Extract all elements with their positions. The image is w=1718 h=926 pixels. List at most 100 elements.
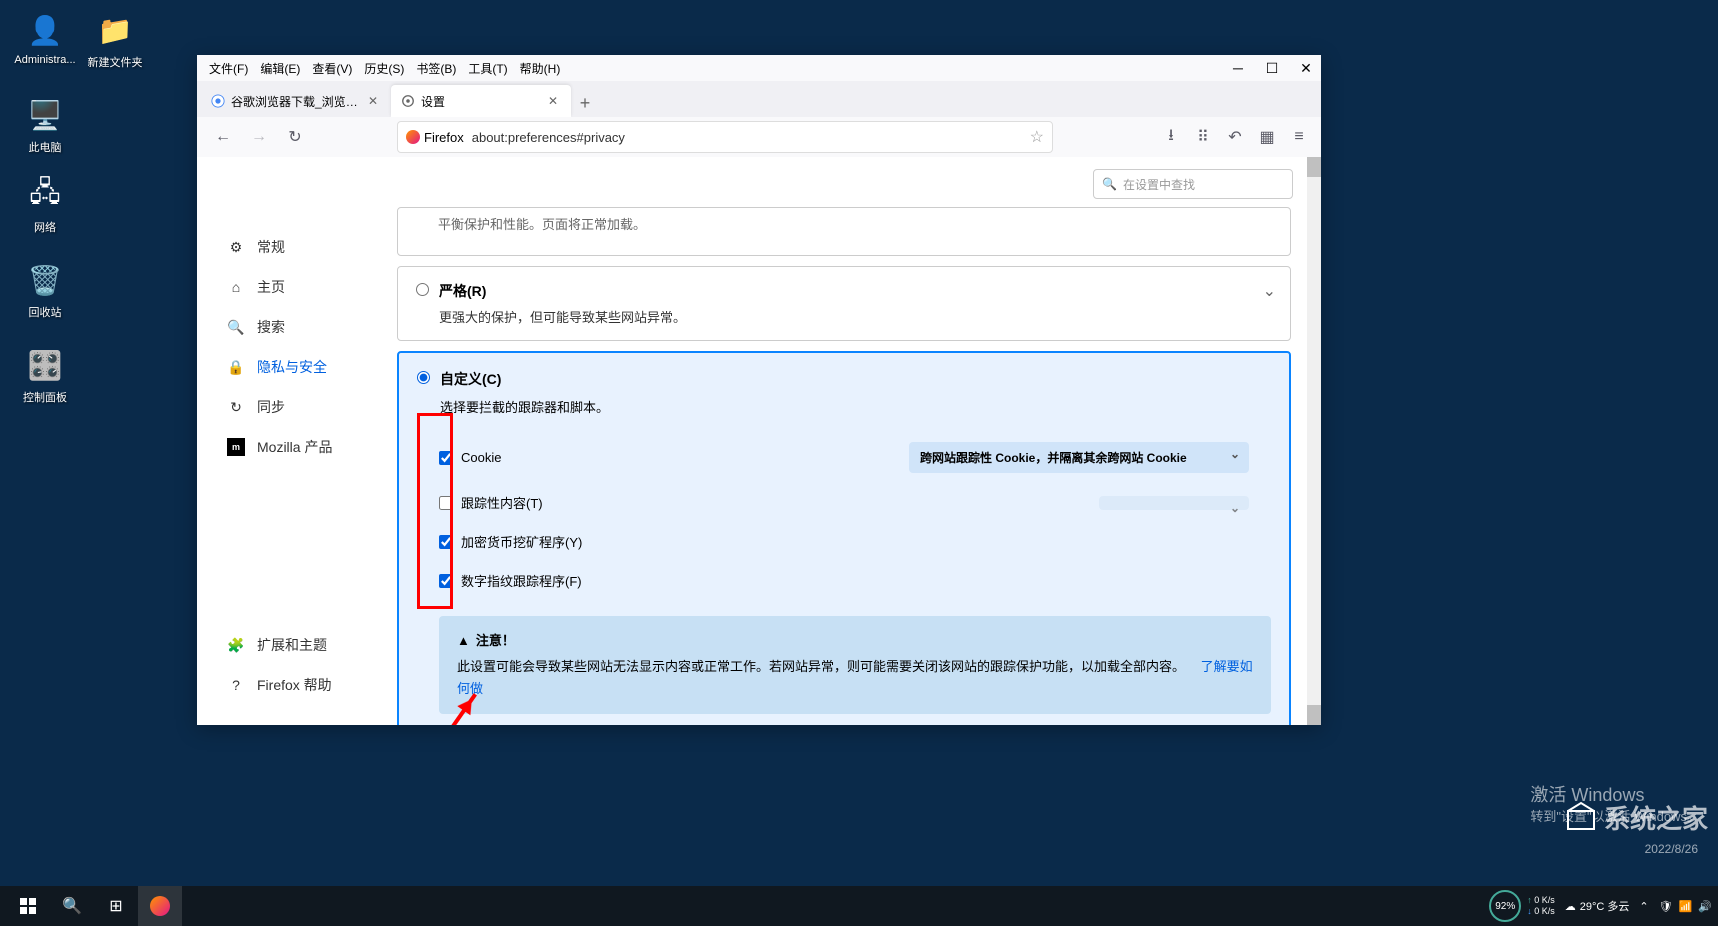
option-desc: 平衡保护和性能。页面将正常加载。 bbox=[416, 208, 646, 241]
hamburger-menu-icon[interactable]: ≡ bbox=[1289, 127, 1309, 147]
help-icon: ? bbox=[227, 676, 245, 694]
option-standard[interactable]: 平衡保护和性能。页面将正常加载。 bbox=[397, 207, 1291, 256]
undo-icon[interactable]: ↶ bbox=[1225, 127, 1245, 147]
tray-chevron-icon[interactable]: ⌃ bbox=[1639, 900, 1648, 913]
net-up: 0 K/s bbox=[1534, 895, 1555, 905]
close-button[interactable]: ✕ bbox=[1299, 61, 1313, 75]
option-title: 自定义(C) bbox=[440, 369, 609, 389]
forward-button[interactable]: → bbox=[245, 123, 273, 151]
sidebar-item-label: 常规 bbox=[257, 237, 285, 257]
search-icon: 🔍 bbox=[227, 318, 245, 336]
net-down: 0 K/s bbox=[1534, 906, 1555, 916]
control-panel-icon: 🎛️ bbox=[25, 345, 65, 385]
tracking-checkbox[interactable] bbox=[439, 496, 453, 510]
lock-icon: 🔒 bbox=[227, 358, 245, 376]
vertical-scrollbar[interactable] bbox=[1307, 157, 1321, 725]
menu-file[interactable]: 文件(F) bbox=[205, 58, 252, 79]
weather-text: 29°C 多云 bbox=[1580, 898, 1630, 914]
tray-icon[interactable]: 🛡 bbox=[1659, 900, 1673, 913]
sidebar-item-label: Firefox 帮助 bbox=[257, 675, 332, 695]
url-identity: Firefox bbox=[406, 130, 464, 145]
mozilla-icon: m bbox=[227, 438, 245, 456]
option-desc: 选择要拦截的跟踪器和脚本。 bbox=[440, 397, 609, 416]
back-button[interactable]: ← bbox=[209, 123, 237, 151]
desktop-icon-control[interactable]: 🎛️控制面板 bbox=[10, 345, 80, 405]
menu-history[interactable]: 历史(S) bbox=[360, 58, 408, 79]
option-strict[interactable]: 严格(R) 更强大的保护，但可能导致某些网站异常。 ⌄ bbox=[397, 266, 1291, 341]
tab-title: 设置 bbox=[421, 93, 539, 110]
folder-icon: 📁 bbox=[95, 10, 135, 50]
check-miners-row: 加密货币挖矿程序(Y) bbox=[417, 522, 1271, 561]
fingerprint-checkbox[interactable] bbox=[439, 574, 453, 588]
taskview-button[interactable]: ⊞ bbox=[94, 886, 138, 926]
net-meter[interactable]: 92% ↑ 0 K/s ↓ 0 K/s bbox=[1489, 890, 1555, 922]
sidebar-item-sync[interactable]: ↻同步 bbox=[197, 387, 397, 427]
tray-icon[interactable]: 🔊 bbox=[1698, 900, 1712, 913]
tab-chrome-download[interactable]: 谷歌浏览器下载_浏览器官网入口 ✕ bbox=[201, 85, 391, 117]
system-tray[interactable]: 🛡 📶 🔊 bbox=[1659, 900, 1712, 913]
sidebar-item-label: 主页 bbox=[257, 277, 285, 297]
chevron-down-icon[interactable]: ⌄ bbox=[1263, 281, 1276, 301]
weather-widget[interactable]: ☁ 29°C 多云 bbox=[1565, 898, 1630, 914]
custom-radio[interactable] bbox=[417, 371, 430, 384]
scrollbar-down[interactable] bbox=[1307, 705, 1321, 725]
desktop-icon-recycle[interactable]: 🗑️回收站 bbox=[10, 260, 80, 320]
search-button[interactable]: 🔍 bbox=[50, 886, 94, 926]
option-desc: 更强大的保护，但可能导致某些网站异常。 bbox=[439, 307, 686, 326]
firefox-window: 文件(F) 编辑(E) 查看(V) 历史(S) 书签(B) 工具(T) 帮助(H… bbox=[197, 55, 1321, 725]
new-tab-button[interactable]: + bbox=[571, 89, 599, 117]
menu-help[interactable]: 帮助(H) bbox=[516, 58, 565, 79]
maximize-button[interactable]: ☐ bbox=[1265, 61, 1279, 75]
apps-icon[interactable]: ▦ bbox=[1257, 127, 1277, 147]
sidebar-item-home[interactable]: ⌂ 主页 bbox=[197, 267, 397, 307]
menu-view[interactable]: 查看(V) bbox=[308, 58, 356, 79]
sidebar-item-privacy[interactable]: 🔒隐私与安全 bbox=[197, 347, 397, 387]
sidebar-item-mozilla[interactable]: mMozilla 产品 bbox=[197, 427, 397, 467]
taskbar-firefox[interactable] bbox=[138, 886, 182, 926]
cookie-checkbox[interactable] bbox=[439, 451, 453, 465]
notice-title-text: 注意！ bbox=[476, 630, 515, 652]
tab-close-icon[interactable]: ✕ bbox=[365, 93, 381, 109]
tab-settings[interactable]: 设置 ✕ bbox=[391, 85, 571, 117]
menu-bookmarks[interactable]: 书签(B) bbox=[412, 58, 460, 79]
scrollbar-up[interactable] bbox=[1307, 157, 1321, 177]
desktop-icon-network[interactable]: 🖧网络 bbox=[10, 175, 80, 235]
desktop-icon-thispc[interactable]: 🖥️此电脑 bbox=[10, 95, 80, 155]
menu-tools[interactable]: 工具(T) bbox=[464, 58, 511, 79]
option-title: 严格(R) bbox=[439, 281, 686, 301]
sidebar-item-general[interactable]: ⚙常规 bbox=[197, 227, 397, 267]
sidebar-item-label: 同步 bbox=[257, 397, 285, 417]
firefox-icon bbox=[406, 130, 420, 144]
minimize-button[interactable]: ─ bbox=[1231, 61, 1245, 75]
menu-edit[interactable]: 编辑(E) bbox=[256, 58, 304, 79]
menu-bar: 文件(F) 编辑(E) 查看(V) 历史(S) 书签(B) 工具(T) 帮助(H… bbox=[197, 55, 1321, 81]
bookmark-star-icon[interactable]: ☆ bbox=[1030, 127, 1044, 147]
tray-icon[interactable]: 📶 bbox=[1679, 900, 1693, 913]
settings-search-input[interactable]: 🔍 在设置中查找 bbox=[1093, 169, 1293, 199]
reload-button[interactable]: ↻ bbox=[281, 123, 309, 151]
desktop-icon-folder[interactable]: 📁新建文件夹 bbox=[80, 10, 150, 70]
url-bar[interactable]: Firefox about:preferences#privacy ☆ bbox=[397, 121, 1053, 153]
sidebar-item-search[interactable]: 🔍搜索 bbox=[197, 307, 397, 347]
settings-main: 平衡保护和性能。页面将正常加载。 严格(R) 更强大的保护，但可能导致某些网站异… bbox=[397, 207, 1321, 725]
sidebar-item-label: 扩展和主题 bbox=[257, 635, 327, 655]
search-icon: 🔍 bbox=[1102, 177, 1117, 191]
qr-icon[interactable]: ⠿ bbox=[1193, 127, 1213, 147]
downloads-icon[interactable]: ⭳ bbox=[1161, 127, 1181, 147]
tab-close-icon[interactable]: ✕ bbox=[545, 93, 561, 109]
check-label: 跟踪性内容(T) bbox=[461, 493, 543, 512]
toolbar: ← → ↻ Firefox about:preferences#privacy … bbox=[197, 117, 1321, 157]
tracking-dropdown bbox=[1099, 496, 1249, 510]
puzzle-icon: 🧩 bbox=[227, 636, 245, 654]
check-label: 数字指纹跟踪程序(F) bbox=[461, 571, 582, 590]
home-icon: ⌂ bbox=[227, 278, 245, 296]
miners-checkbox[interactable] bbox=[439, 535, 453, 549]
start-button[interactable] bbox=[6, 886, 50, 926]
cookie-dropdown[interactable]: 跨网站跟踪性 Cookie，并隔离其余跨网站 Cookie bbox=[909, 442, 1249, 473]
tab-title: 谷歌浏览器下载_浏览器官网入口 bbox=[231, 93, 359, 110]
sidebar-item-help[interactable]: ? Firefox 帮助 bbox=[197, 665, 397, 705]
strict-radio[interactable] bbox=[416, 283, 429, 296]
desktop-icon-admin[interactable]: 👤Administra... bbox=[10, 10, 80, 66]
sidebar-item-extensions[interactable]: 🧩 扩展和主题 bbox=[197, 625, 397, 665]
notice-box: ▲注意！ 此设置可能会导致某些网站无法显示内容或正常工作。若网站异常，则可能需要… bbox=[439, 616, 1271, 714]
